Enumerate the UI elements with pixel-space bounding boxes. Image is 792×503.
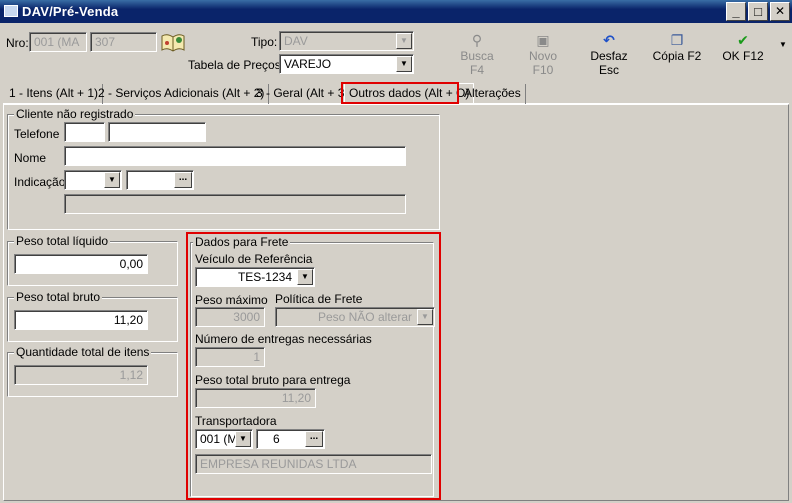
politica-label: Política de Frete xyxy=(275,292,363,306)
tipo-label: Tipo: xyxy=(251,35,278,49)
new-doc-icon: ▣ xyxy=(536,32,550,48)
chevron-down-icon: ▼ xyxy=(396,33,412,49)
entregas-field: 1 xyxy=(195,347,265,367)
peso-liquido-field[interactable]: 0,00 xyxy=(14,254,148,274)
cliente-group-label: Cliente não registrado xyxy=(14,107,136,121)
transportadora-code-field[interactable]: 6... xyxy=(256,429,325,449)
transportadora-select[interactable]: 001 (MA ▼ xyxy=(195,429,253,449)
tabela-select[interactable]: VAREJO ▼ xyxy=(279,54,414,74)
indicacao-select[interactable]: ▼ xyxy=(64,170,122,190)
peso-entrega-label: Peso total bruto para entrega xyxy=(195,373,351,387)
copy-icon: ❐ xyxy=(670,32,684,48)
search-icon: ⚲ xyxy=(471,32,483,48)
undo-icon: ↶ xyxy=(603,32,615,48)
chevron-down-icon: ▼ xyxy=(104,172,120,188)
tipo-select[interactable]: DAV ▼ xyxy=(279,31,414,51)
peso-entrega-field: 11,20 xyxy=(195,388,316,408)
indicacao-desc-field xyxy=(64,194,406,214)
nro-code-field[interactable]: 001 (MA xyxy=(29,32,87,52)
chevron-down-icon: ▼ xyxy=(396,56,412,72)
entregas-label: Número de entregas necessárias xyxy=(195,332,372,346)
tab-itens[interactable]: 1 - Itens (Alt + 1) xyxy=(5,84,104,104)
ellipsis-button[interactable]: ... xyxy=(305,431,323,447)
busca-button[interactable]: ⚲ Busca F4 xyxy=(452,31,502,77)
quantidade-label: Quantidade total de itens xyxy=(14,345,152,359)
book-icon[interactable] xyxy=(160,31,186,53)
telefone-ddd-field[interactable] xyxy=(64,122,105,142)
transportadora-nome-field: EMPRESA REUNIDAS LTDA xyxy=(195,454,432,474)
desfaz-button[interactable]: ↶ Desfaz Esc xyxy=(580,31,638,77)
telefone-label: Telefone xyxy=(14,127,60,141)
peso-maximo-field: 3000 xyxy=(195,307,265,327)
ok-button[interactable]: ✔ OK F12 xyxy=(720,31,766,63)
politica-select: Peso NÃO alterar ▼ xyxy=(275,307,435,327)
peso-maximo-label: Peso máximo xyxy=(195,293,268,307)
tab-alteracoes[interactable]: Alterações xyxy=(460,84,526,104)
window-title: DAV/Pré-Venda xyxy=(22,4,119,19)
telefone-number-field[interactable] xyxy=(108,122,206,142)
veiculo-select[interactable]: TES-1234 ▼ xyxy=(195,267,315,287)
transportadora-label: Transportadora xyxy=(195,414,277,428)
check-icon: ✔ xyxy=(737,32,749,48)
nro-number-field[interactable]: 307 xyxy=(90,32,157,52)
maximize-icon[interactable]: □ xyxy=(748,2,768,21)
peso-liquido-label: Peso total líquido xyxy=(14,234,111,248)
tabela-label: Tabela de Preços: xyxy=(188,58,285,72)
indicacao-code-field[interactable]: ... xyxy=(126,170,194,190)
nro-label: Nro: xyxy=(6,36,29,50)
title-bar: DAV/Pré-Venda _ □ ✕ xyxy=(0,0,792,23)
nome-field[interactable] xyxy=(64,146,406,166)
novo-button[interactable]: ▣ Novo F10 xyxy=(517,31,569,77)
chevron-down-icon: ▼ xyxy=(235,431,251,447)
copia-button[interactable]: ❐ Cópia F2 xyxy=(652,31,702,63)
app-icon xyxy=(4,5,18,17)
minimize-icon[interactable]: _ xyxy=(726,2,746,21)
close-icon[interactable]: ✕ xyxy=(770,2,790,21)
tab-servicos[interactable]: 2 - Serviços Adicionais (Alt + 2) xyxy=(94,84,270,104)
toolbar-overflow-icon[interactable]: ▼ xyxy=(779,40,787,49)
veiculo-label: Veículo de Referência xyxy=(195,252,313,266)
tab-geral[interactable]: 3 - Geral (Alt + 3) xyxy=(252,84,354,104)
nome-label: Nome xyxy=(14,151,47,165)
ellipsis-button[interactable]: ... xyxy=(174,172,192,188)
indicacao-label: Indicação xyxy=(14,175,66,189)
quantidade-field: 1,12 xyxy=(14,365,148,385)
chevron-down-icon: ▼ xyxy=(417,309,433,325)
peso-bruto-label: Peso total bruto xyxy=(14,290,103,304)
tab-highlight xyxy=(341,82,459,104)
peso-bruto-field[interactable]: 11,20 xyxy=(14,310,148,330)
chevron-down-icon: ▼ xyxy=(297,269,313,285)
